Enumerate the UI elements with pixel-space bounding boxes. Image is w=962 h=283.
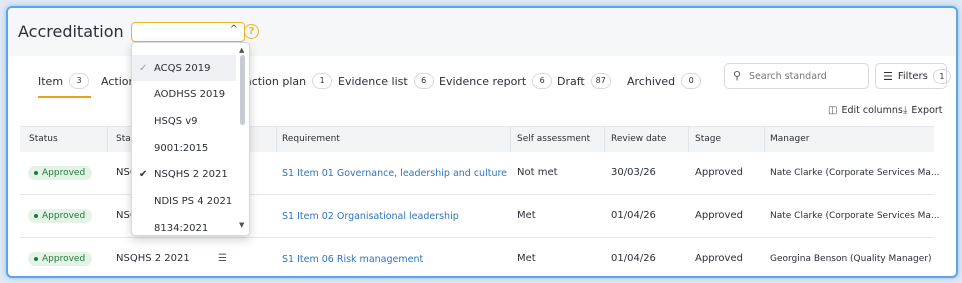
columns-icon: ◫ [828, 105, 838, 116]
review-date-cell: 01/04/26 [611, 253, 656, 264]
export-icon: ⤓ [903, 105, 908, 116]
stage-cell: Approved [695, 210, 743, 221]
export-label: Export [911, 105, 943, 116]
export-button[interactable]: ⤓ Export [903, 105, 943, 116]
option-label: NSQHS 2 2021 [154, 168, 228, 180]
tab-action-plan[interactable]: action plan 1 [245, 64, 333, 98]
tab-draft[interactable]: Draft 87 [557, 64, 611, 98]
column-header-manager[interactable]: Manager [770, 134, 809, 144]
edit-columns-button[interactable]: ◫ Edit columns [828, 105, 903, 116]
edit-columns-label: Edit columns [841, 105, 903, 116]
check-icon: ✓ [139, 62, 148, 74]
requirement-link[interactable]: S1 Item 02 Organisational leadership [282, 211, 459, 222]
list-icon[interactable]: ☰ [218, 253, 227, 264]
dropdown-option[interactable]: HSQS v9 [132, 108, 236, 134]
column-divider [276, 127, 277, 152]
manager-cell: Nate Clarke (Corporate Services Ma... [770, 168, 940, 178]
table-row[interactable]: Approved NSQHS 2 2021 ☰ S1 Item 06 Risk … [20, 238, 934, 276]
manager-cell: Georgina Benson (Quality Manager) [770, 254, 932, 264]
tab-count: 87 [590, 73, 611, 89]
status-dot [34, 257, 38, 261]
tab-label: action plan [245, 74, 307, 88]
tab-count: 0 [681, 73, 702, 89]
tab-count: 1 [312, 73, 333, 89]
dropdown-option[interactable]: NDIS PS 4 2021 [132, 188, 236, 214]
status-dot [34, 171, 38, 175]
tab-count: 6 [532, 73, 553, 89]
stage-cell: Approved [695, 167, 743, 178]
column-divider [764, 127, 765, 152]
stage-cell: Approved [695, 253, 743, 264]
tab-count: 6 [413, 73, 434, 89]
dropdown-scrollbar[interactable] [240, 55, 245, 125]
app-window: Accreditation ^ ? Item 3 Action action p… [6, 6, 958, 278]
column-header-status[interactable]: Status [29, 134, 58, 144]
tab-archived[interactable]: Archived 0 [627, 64, 702, 98]
tab-evidence-report[interactable]: Evidence report 6 [439, 64, 553, 98]
option-label: HSQS v9 [154, 115, 198, 127]
requirement-link[interactable]: S1 Item 01 Governance, leadership and cu… [282, 168, 507, 179]
dropdown-option[interactable]: ✓ ACQS 2019 [132, 55, 236, 81]
column-header-self-assessment[interactable]: Self assessment [517, 134, 590, 144]
option-label: 8134:2021 [154, 222, 209, 234]
help-icon[interactable]: ? [244, 24, 259, 39]
search-box[interactable]: ⚲ [724, 63, 869, 89]
chevron-up-icon: ^ [229, 24, 238, 35]
manager-cell: Nate Clarke (Corporate Services Ma... [770, 211, 940, 221]
column-header-review-date[interactable]: Review date [611, 134, 666, 144]
tab-label: Item [38, 74, 64, 88]
review-date-cell: 30/03/26 [611, 167, 656, 178]
option-label: NDIS PS 4 2021 [154, 195, 233, 207]
check-icon: ✔ [139, 168, 148, 180]
dropdown-option[interactable]: ✔ NSQHS 2 2021 [132, 161, 236, 187]
search-input[interactable] [747, 67, 863, 85]
search-icon: ⚲ [733, 69, 742, 82]
dropdown-option[interactable]: 9001:2015 [132, 135, 236, 161]
tab-count: 3 [69, 73, 90, 89]
self-assessment-cell: Met [517, 253, 536, 264]
option-label: 9001:2015 [154, 142, 209, 154]
scroll-down-icon[interactable]: ▼ [239, 221, 244, 229]
filters-count: 1 [932, 68, 951, 84]
status-label: Approved [42, 254, 86, 264]
column-divider [688, 127, 689, 152]
column-divider [604, 127, 605, 152]
tab-evidence-list[interactable]: Evidence list 6 [338, 64, 434, 98]
filters-button[interactable]: ☰ Filters 1 [875, 63, 951, 89]
status-label: Approved [42, 211, 86, 221]
dropdown-option[interactable]: 8134:2021 [132, 215, 236, 235]
tab-item[interactable]: Item 3 [38, 64, 92, 98]
scroll-up-icon[interactable]: ▲ [239, 46, 244, 54]
option-label: ACQS 2019 [154, 62, 211, 74]
status-badge: Approved [28, 166, 93, 180]
column-header-requirement[interactable]: Requirement [282, 134, 340, 144]
status-badge: Approved [28, 209, 93, 223]
page-title: Accreditation [18, 22, 124, 41]
filter-icon: ☰ [883, 69, 893, 83]
requirement-link[interactable]: S1 Item 06 Risk management [282, 254, 423, 265]
review-date-cell: 01/04/26 [611, 210, 656, 221]
tab-label: Evidence report [439, 74, 527, 88]
column-header-stage[interactable]: Stage [695, 134, 721, 144]
status-badge: Approved [28, 252, 93, 266]
standard-cell: NSQHS 2 2021 [116, 253, 190, 264]
tab-label: Draft [557, 74, 585, 88]
column-divider [107, 127, 108, 152]
self-assessment-cell: Not met [517, 167, 558, 178]
tab-label: Evidence list [338, 74, 408, 88]
status-label: Approved [42, 168, 86, 178]
filters-label: Filters [897, 70, 928, 82]
column-divider [510, 127, 511, 152]
tab-label: Archived [627, 74, 676, 88]
status-dot [34, 214, 38, 218]
self-assessment-cell: Met [517, 210, 536, 221]
dropdown-option[interactable]: AODHSS 2019 [132, 81, 236, 107]
option-label: AODHSS 2019 [154, 88, 226, 100]
standard-select[interactable]: ^ [131, 22, 245, 42]
standard-dropdown-menu: ▲ ▼ ✓ ACQS 2019 AODHSS 2019 HSQS v9 9001… [131, 42, 250, 236]
